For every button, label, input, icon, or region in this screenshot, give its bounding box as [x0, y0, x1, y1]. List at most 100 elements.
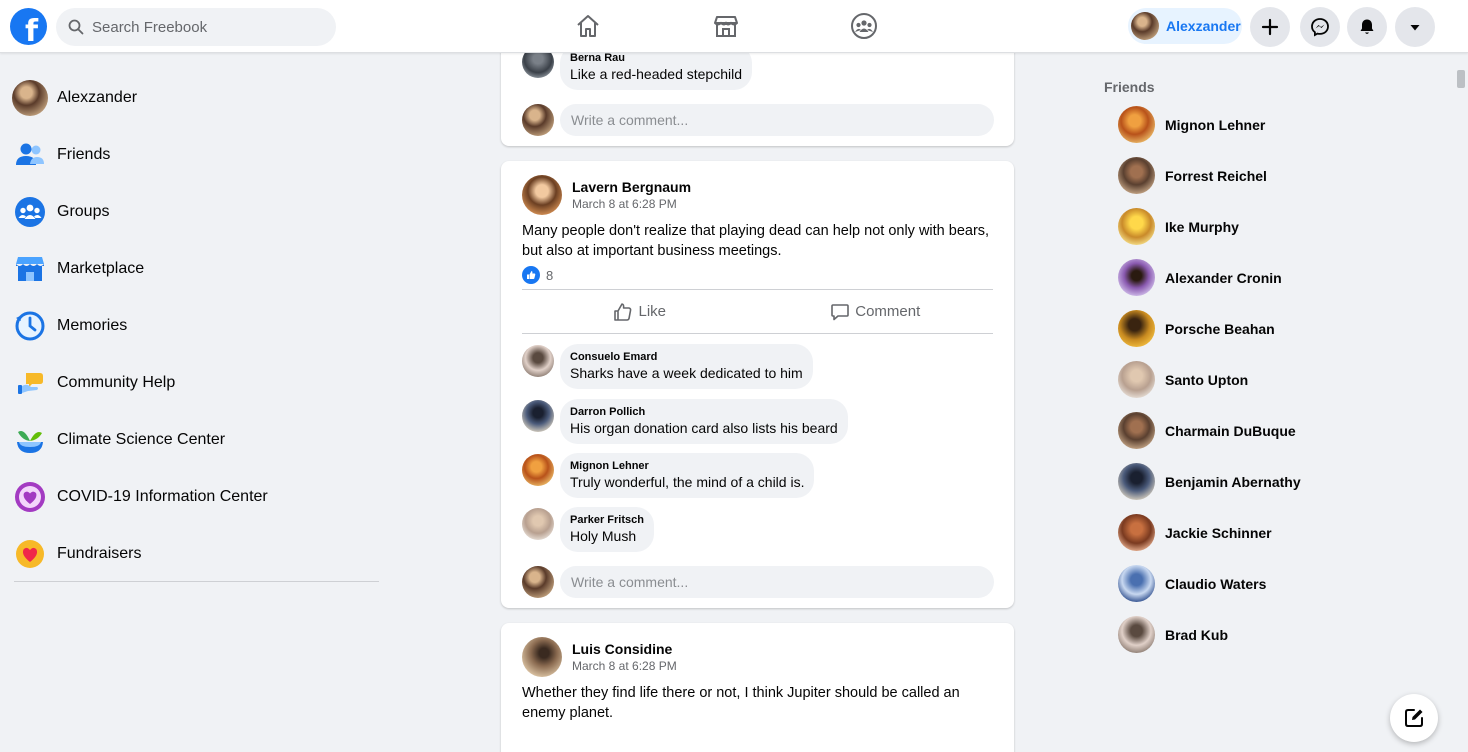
comment-input[interactable] — [560, 104, 994, 136]
sidebar-item-label: Fundraisers — [57, 545, 142, 562]
sidebar-item-profile[interactable]: Alexzander — [8, 72, 380, 124]
friend-item[interactable]: Ike Murphy — [1108, 208, 1239, 245]
like-button[interactable]: Like — [522, 290, 758, 333]
friend-item[interactable]: Alexander Cronin — [1108, 259, 1282, 296]
sidebar-item-community-help[interactable]: Community Help — [8, 357, 380, 409]
friend-name: Jackie Schinner — [1165, 524, 1272, 541]
comment-button[interactable]: Comment — [758, 290, 994, 333]
friend-avatar — [1118, 208, 1155, 245]
user-avatar — [1131, 12, 1159, 40]
profile-shortcut[interactable]: Alexzander — [1128, 8, 1242, 44]
compose-icon — [1405, 709, 1423, 727]
friends-heading: Friends — [1104, 79, 1155, 95]
commenter-name[interactable]: Consuelo Emard — [570, 351, 803, 364]
friend-item[interactable]: Porsche Beahan — [1108, 310, 1275, 347]
friend-avatar — [1118, 616, 1155, 653]
friend-avatar — [1118, 259, 1155, 296]
friend-item[interactable]: Santo Upton — [1108, 361, 1248, 398]
covid-icon — [15, 482, 45, 512]
groups-tab[interactable] — [844, 8, 884, 44]
friend-avatar — [1118, 310, 1155, 347]
comment-text: Sharks have a week dedicated to him — [570, 365, 803, 381]
comment-input[interactable] — [560, 566, 994, 598]
friend-name: Santo Upton — [1165, 371, 1249, 388]
climate-icon — [17, 431, 43, 453]
sidebar-item-label: COVID-19 Information Center — [57, 488, 268, 505]
friend-item[interactable]: Mignon Lehner — [1108, 106, 1265, 143]
groups-icon — [15, 197, 45, 227]
commenter-avatar[interactable] — [522, 400, 554, 432]
comment-text: His organ donation card also lists his b… — [570, 420, 838, 436]
sidebar-item-marketplace[interactable]: Marketplace — [8, 243, 380, 295]
friend-item[interactable]: Claudio Waters — [1108, 565, 1266, 602]
friend-item[interactable]: Charmain DuBuque — [1108, 412, 1296, 449]
friend-name: Alexander Cronin — [1165, 269, 1282, 286]
commenter-name[interactable]: Mignon Lehner — [570, 460, 804, 473]
notifications-button[interactable] — [1347, 7, 1387, 47]
sidebar-item-label: Memories — [57, 317, 128, 334]
comment-bubble: Consuelo Emard Sharks have a week dedica… — [560, 344, 813, 389]
comment-text: Truly wonderful, the mind of a child is. — [570, 474, 805, 490]
sidebar-item-label: Alexzander — [57, 89, 138, 106]
sidebar-item-groups[interactable]: Groups — [8, 186, 380, 238]
caret-down-icon — [1410, 25, 1420, 31]
sidebar-item-friends[interactable]: Friends — [8, 129, 380, 181]
friend-name: Claudio Waters — [1165, 575, 1267, 592]
commenter-avatar[interactable] — [522, 508, 554, 540]
sidebar-divider — [14, 581, 379, 582]
author-name[interactable]: Luis Considine — [572, 640, 677, 658]
home-icon — [577, 15, 599, 37]
thumbs-up-icon — [614, 302, 632, 321]
friend-item[interactable]: Brad Kub — [1108, 616, 1228, 653]
commenter-avatar[interactable] — [522, 345, 554, 377]
friend-name: Forrest Reichel — [1165, 167, 1267, 184]
new-message-button[interactable] — [1390, 694, 1438, 742]
marketplace-icon — [16, 257, 44, 281]
reactions-summary[interactable]: 8 — [522, 266, 553, 284]
home-tab[interactable] — [568, 8, 608, 44]
post-card: Lavern Bergnaum March 8 at 6:28 PM Many … — [501, 161, 1014, 608]
commenter-name[interactable]: Parker Fritsch — [570, 514, 644, 527]
freebook-logo[interactable]: f — [10, 8, 47, 45]
post-text: Many people don't realize that playing d… — [522, 223, 990, 259]
memories-icon — [15, 311, 45, 341]
friend-item[interactable]: Jackie Schinner — [1108, 514, 1272, 551]
post-date[interactable]: March 8 at 6:28 PM — [572, 196, 691, 212]
create-button[interactable] — [1250, 7, 1290, 47]
friend-avatar — [1118, 565, 1155, 602]
commenter-avatar[interactable] — [522, 454, 554, 486]
marketplace-tab[interactable] — [706, 8, 746, 44]
author-avatar[interactable] — [522, 637, 562, 677]
search-box[interactable] — [56, 8, 336, 46]
sidebar-item-fundraisers[interactable]: Fundraisers — [8, 528, 380, 580]
account-menu-button[interactable] — [1395, 7, 1435, 47]
friend-item[interactable]: Benjamin Abernathy — [1108, 463, 1301, 500]
sidebar-item-climate[interactable]: Climate Science Center — [8, 414, 380, 466]
sidebar-item-memories[interactable]: Memories — [8, 300, 380, 352]
page-scrollbar[interactable] — [1453, 53, 1468, 752]
friend-name: Ike Murphy — [1165, 218, 1239, 235]
friend-item[interactable]: Forrest Reichel — [1108, 157, 1267, 194]
commenter-name[interactable]: Darron Pollich — [570, 406, 838, 419]
commenter-name[interactable]: Berna Rau — [570, 52, 742, 65]
friend-name: Charmain DuBuque — [1165, 422, 1296, 439]
post-header: Luis Considine March 8 at 6:28 PM — [522, 637, 677, 677]
post-actions: Like Comment — [522, 289, 993, 334]
friend-avatar — [1118, 106, 1155, 143]
sidebar-item-covid[interactable]: COVID-19 Information Center — [8, 471, 380, 523]
scrollbar-thumb[interactable] — [1457, 70, 1465, 88]
post-text: Whether they find life there or not, I t… — [522, 685, 960, 721]
post-date[interactable]: March 8 at 6:28 PM — [572, 658, 677, 674]
friend-avatar — [1118, 514, 1155, 551]
friend-name: Mignon Lehner — [1165, 116, 1266, 133]
write-comment — [522, 104, 994, 136]
post-card: Luis Considine March 8 at 6:28 PM Whethe… — [501, 623, 1014, 752]
comment-bubble: Mignon Lehner Truly wonderful, the mind … — [560, 453, 815, 498]
author-avatar[interactable] — [522, 175, 562, 215]
author-name[interactable]: Lavern Bergnaum — [572, 178, 691, 196]
logo-letter: f — [24, 14, 39, 45]
search-input[interactable] — [92, 18, 312, 36]
sidebar-item-label: Friends — [57, 146, 111, 163]
friend-name: Benjamin Abernathy — [1165, 473, 1301, 490]
messenger-button[interactable] — [1300, 7, 1340, 47]
